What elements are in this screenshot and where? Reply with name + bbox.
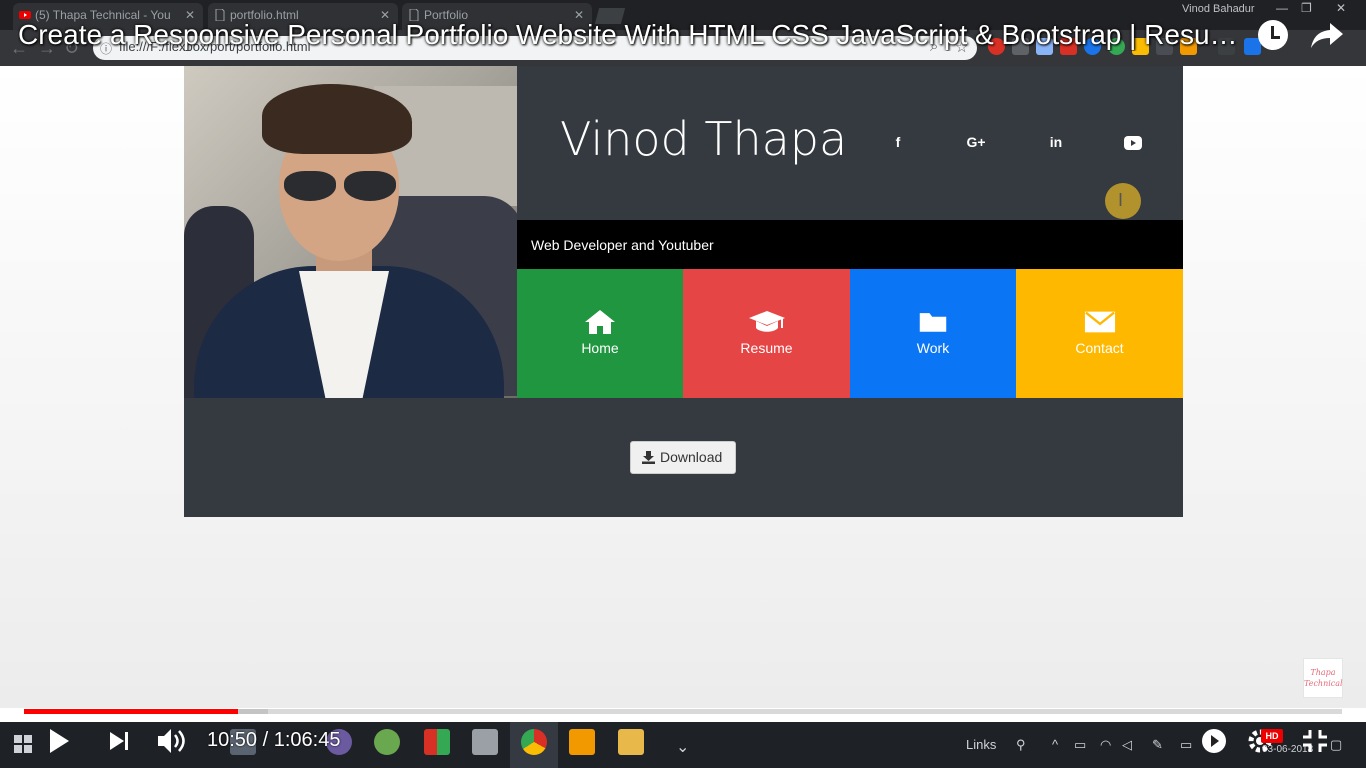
restore-button[interactable]: ❐ bbox=[1301, 1, 1312, 15]
profile-photo bbox=[184, 66, 517, 398]
facebook-icon[interactable]: f bbox=[886, 134, 910, 150]
watch-later-clock-icon[interactable] bbox=[1258, 20, 1288, 50]
video-played-bar bbox=[24, 709, 238, 714]
volume-icon[interactable] bbox=[157, 727, 187, 755]
youtube-icon[interactable] bbox=[1124, 136, 1142, 150]
download-button[interactable]: Download bbox=[630, 441, 736, 474]
nav-tile-label: Resume bbox=[740, 340, 793, 356]
portfolio-tagline: Web Developer and Youtuber bbox=[531, 237, 714, 253]
folder-icon bbox=[919, 313, 947, 332]
autoplay-toggle[interactable] bbox=[1200, 727, 1228, 755]
play-icon[interactable] bbox=[48, 728, 70, 754]
file-explorer-icon[interactable] bbox=[618, 729, 644, 755]
sublime-text-icon[interactable] bbox=[569, 729, 595, 755]
download-label: Download bbox=[660, 449, 723, 465]
channel-watermark-logo[interactable]: Thapa Technical bbox=[1303, 658, 1343, 698]
mail-icon[interactable] bbox=[472, 729, 498, 755]
hd-badge: HD bbox=[1261, 729, 1283, 743]
video-title[interactable]: Create a Responsive Personal Portfolio W… bbox=[18, 19, 1238, 51]
pen-icon[interactable]: ✎ bbox=[1152, 737, 1163, 753]
keyboard-icon[interactable]: ▭ bbox=[1180, 737, 1192, 753]
video-time-display: 10:50 / 1:06:45 bbox=[207, 729, 341, 751]
battery-icon[interactable]: ▭ bbox=[1074, 737, 1086, 753]
people-icon[interactable]: ⚲ bbox=[1016, 737, 1026, 753]
exit-fullscreen-icon[interactable] bbox=[1302, 729, 1328, 753]
taskbar-app-icon[interactable] bbox=[374, 729, 400, 755]
nav-tile-resume[interactable]: Resume bbox=[683, 269, 850, 398]
nav-tile-label: Work bbox=[916, 340, 950, 356]
chevron-down-icon[interactable]: ⌄ bbox=[676, 737, 689, 757]
envelope-icon bbox=[1084, 311, 1115, 333]
profile-user-name[interactable]: Vinod Bahadur bbox=[1182, 3, 1255, 15]
taskbar-app-icon[interactable] bbox=[424, 729, 450, 755]
nav-tile-label: Home bbox=[581, 340, 619, 356]
minimize-button[interactable]: — bbox=[1276, 1, 1288, 15]
share-arrow-icon[interactable] bbox=[1310, 20, 1344, 50]
nav-tile-contact[interactable]: Contact bbox=[1016, 269, 1183, 398]
taskbar-links-label[interactable]: Links bbox=[966, 737, 996, 752]
chrome-icon[interactable] bbox=[521, 729, 547, 755]
nav-tile-label: Contact bbox=[1075, 340, 1124, 356]
notifications-icon[interactable]: ▢ bbox=[1330, 737, 1342, 753]
google-plus-icon[interactable]: G+ bbox=[964, 134, 988, 150]
home-icon bbox=[585, 310, 615, 334]
nav-tile-home[interactable]: Home bbox=[517, 269, 683, 398]
windows-start-icon[interactable] bbox=[14, 735, 32, 753]
nav-tile-work[interactable]: Work bbox=[850, 269, 1016, 398]
next-video-icon[interactable] bbox=[108, 731, 130, 751]
graduation-cap-icon bbox=[748, 311, 785, 332]
text-cursor-icon: I bbox=[1118, 190, 1124, 210]
download-icon bbox=[642, 451, 655, 464]
volume-icon[interactable]: ◁ bbox=[1122, 737, 1132, 753]
wifi-icon[interactable]: ◠ bbox=[1100, 737, 1111, 753]
linkedin-icon[interactable]: in bbox=[1044, 134, 1068, 150]
close-window-button[interactable]: ✕ bbox=[1336, 1, 1346, 15]
tray-chevron-up-icon[interactable]: ^ bbox=[1052, 737, 1058, 752]
portfolio-name: Vinod Thapa bbox=[560, 112, 848, 166]
